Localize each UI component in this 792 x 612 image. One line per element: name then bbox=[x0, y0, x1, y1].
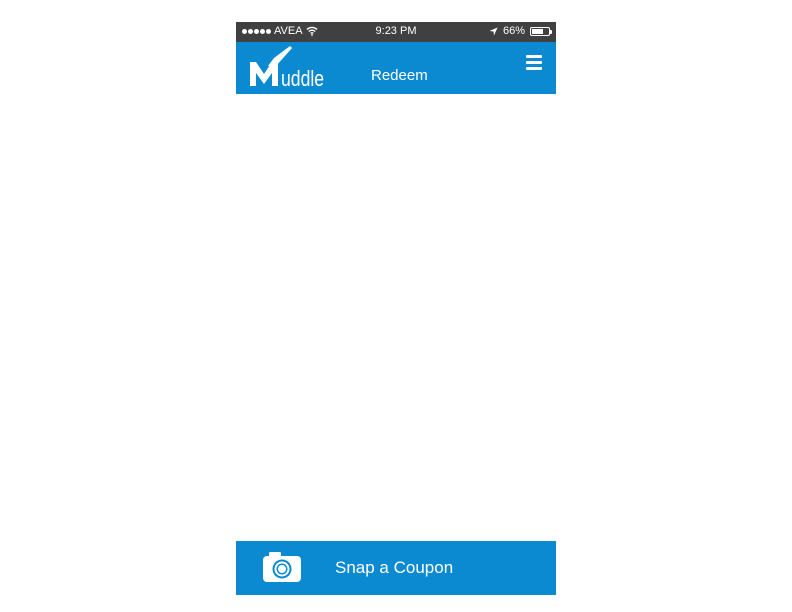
battery-icon bbox=[530, 26, 552, 36]
location-arrow-icon bbox=[489, 26, 498, 36]
phone-screen: AVEA 9:23 PM 66% uddle Redeem Snap a Cou… bbox=[236, 22, 556, 595]
hamburger-menu-icon[interactable] bbox=[526, 55, 542, 71]
status-bar: AVEA 9:23 PM 66% bbox=[236, 22, 556, 42]
page-title: Redeem bbox=[371, 67, 428, 84]
camera-icon bbox=[263, 552, 301, 582]
snap-coupon-button[interactable]: Snap a Coupon bbox=[236, 541, 556, 595]
battery-level-fill bbox=[532, 28, 543, 34]
battery-percent: 66% bbox=[502, 25, 525, 37]
muddle-logo[interactable]: uddle bbox=[248, 44, 328, 91]
app-header: uddle Redeem bbox=[236, 42, 556, 94]
logo-text: uddle bbox=[281, 66, 325, 91]
snap-coupon-label: Snap a Coupon bbox=[335, 558, 454, 577]
main-content bbox=[236, 94, 556, 541]
status-right: 66% bbox=[489, 25, 552, 37]
